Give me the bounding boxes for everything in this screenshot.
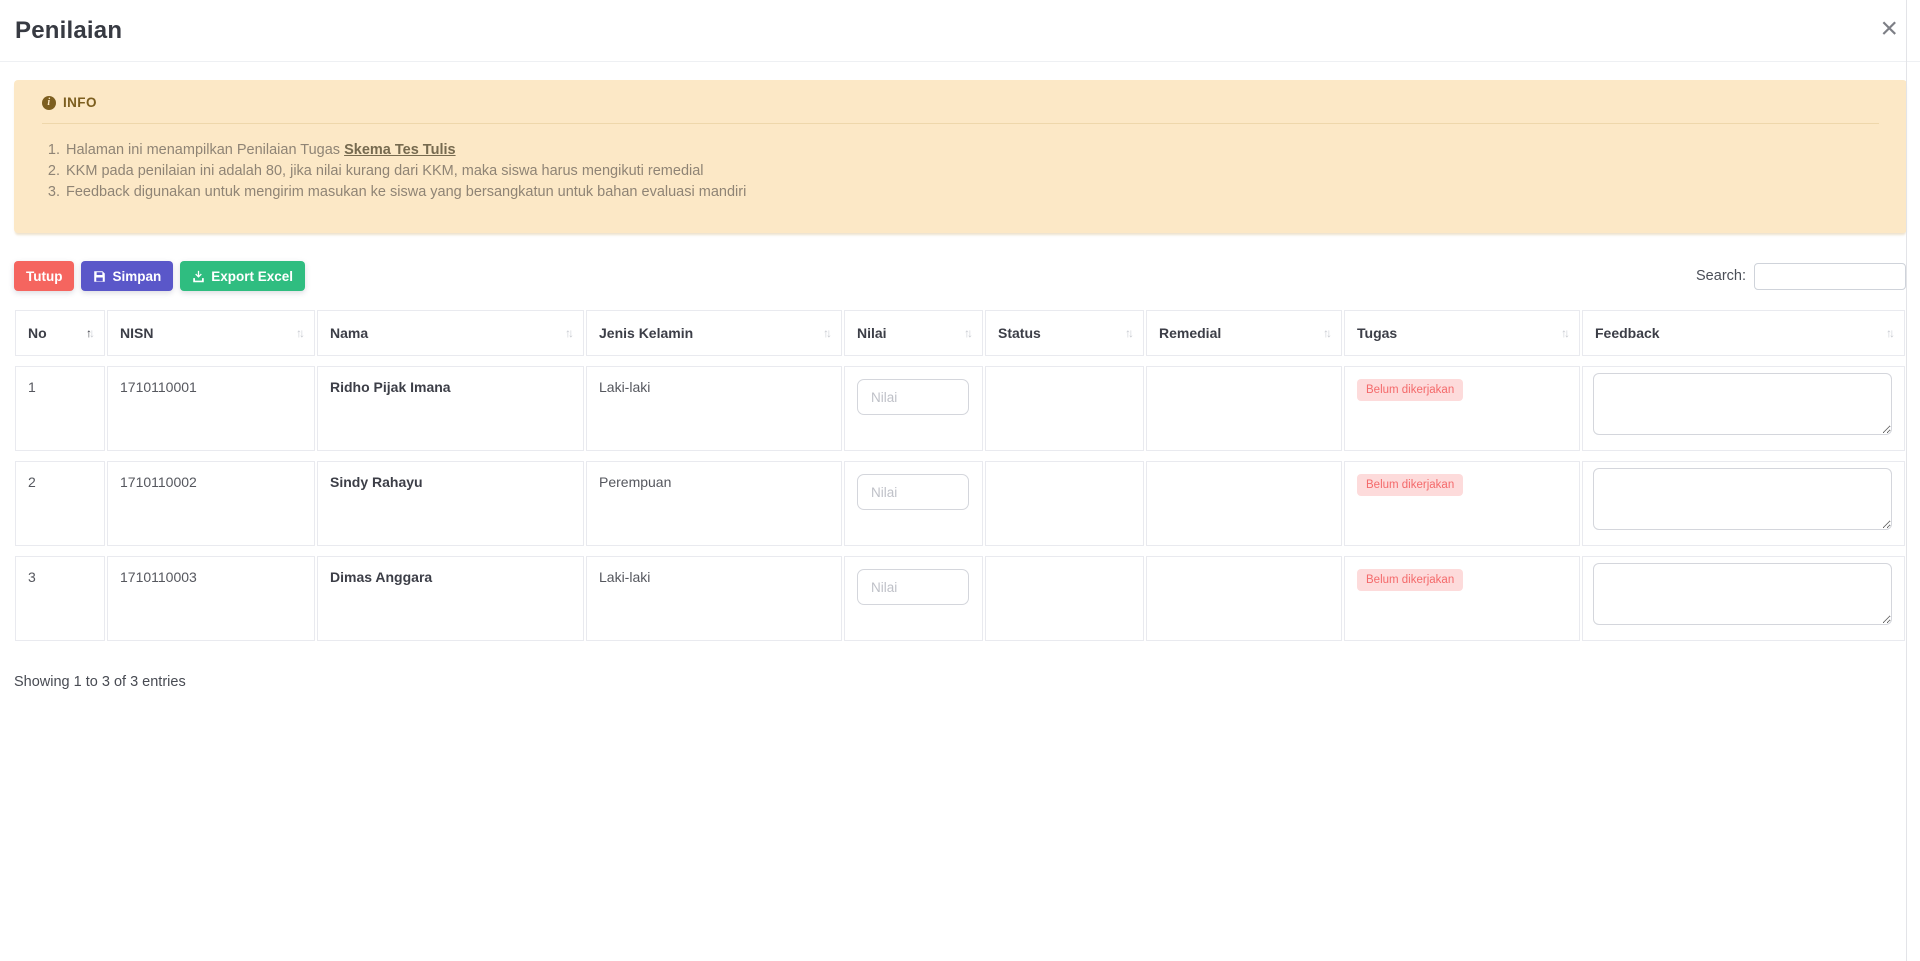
cell-jenis-kelamin: Perempuan bbox=[586, 461, 842, 546]
table-info: Showing 1 to 3 of 3 entries bbox=[14, 674, 1906, 690]
info-list: Halaman ini menampilkan Penilaian Tugas … bbox=[64, 140, 1879, 203]
cell-nama: Sindy Rahayu bbox=[317, 461, 584, 546]
sort-icon: ↑↓ bbox=[1323, 326, 1332, 340]
simpan-button[interactable]: Simpan bbox=[81, 261, 173, 291]
sort-icon: ↑↓ bbox=[964, 326, 973, 340]
feedback-textarea[interactable] bbox=[1593, 468, 1892, 530]
cell-feedback bbox=[1582, 556, 1905, 641]
column-header-nama[interactable]: Nama↑↓ bbox=[317, 310, 584, 356]
cell-nisn: 1710110001 bbox=[107, 366, 315, 451]
export-excel-button[interactable]: Export Excel bbox=[180, 261, 305, 291]
column-header-jenis-kelamin[interactable]: Jenis Kelamin↑↓ bbox=[586, 310, 842, 356]
cell-no: 1 bbox=[15, 366, 105, 451]
sort-icon: ↑↓ bbox=[1125, 326, 1134, 340]
table-row: 2 1710110002 Sindy Rahayu Perempuan Belu… bbox=[15, 461, 1905, 546]
nilai-input[interactable] bbox=[857, 569, 969, 605]
cell-jenis-kelamin: Laki-laki bbox=[586, 556, 842, 641]
tutup-button[interactable]: Tutup bbox=[14, 261, 74, 291]
info-icon: i bbox=[42, 96, 56, 110]
sort-icon: ↑↓ bbox=[1561, 326, 1570, 340]
toolbar: Tutup Simpan Export Excel Search: bbox=[14, 261, 1906, 291]
cell-jenis-kelamin: Laki-laki bbox=[586, 366, 842, 451]
download-icon bbox=[192, 270, 205, 283]
cell-remedial bbox=[1146, 461, 1342, 546]
page-title: Penilaian bbox=[15, 17, 122, 45]
cell-nisn: 1710110002 bbox=[107, 461, 315, 546]
modal-header: Penilaian × bbox=[0, 0, 1920, 62]
sort-icon: ↑↓ bbox=[296, 326, 305, 340]
info-item-3: Feedback digunakan untuk mengirim masuka… bbox=[64, 182, 1879, 203]
search-label: Search: bbox=[1696, 268, 1746, 284]
info-alert-title: INFO bbox=[63, 95, 97, 110]
sort-icon: ↑↓ bbox=[1886, 326, 1895, 340]
cell-nilai bbox=[844, 366, 983, 451]
save-icon bbox=[93, 270, 106, 283]
column-header-feedback[interactable]: Feedback↑↓ bbox=[1582, 310, 1905, 356]
info-divider bbox=[42, 123, 1879, 124]
penilaian-modal: Penilaian × i INFO Halaman ini menampilk… bbox=[0, 0, 1920, 690]
tugas-status-badge: Belum dikerjakan bbox=[1357, 569, 1463, 591]
cell-remedial bbox=[1146, 366, 1342, 451]
column-header-tugas[interactable]: Tugas↑↓ bbox=[1344, 310, 1580, 356]
info-alert: i INFO Halaman ini menampilkan Penilaian… bbox=[14, 80, 1907, 233]
tugas-status-badge: Belum dikerjakan bbox=[1357, 474, 1463, 496]
cell-status bbox=[985, 366, 1144, 451]
column-header-no[interactable]: No↑↓ bbox=[15, 310, 105, 356]
cell-status bbox=[985, 461, 1144, 546]
info-item-2: KKM pada penilaian ini adalah 80, jika n… bbox=[64, 161, 1879, 182]
cell-nama: Ridho Pijak Imana bbox=[317, 366, 584, 451]
modal-right-edge bbox=[1906, 0, 1907, 961]
close-icon[interactable]: × bbox=[1874, 12, 1904, 46]
cell-tugas: Belum dikerjakan bbox=[1344, 366, 1580, 451]
nilai-input[interactable] bbox=[857, 379, 969, 415]
tugas-status-badge: Belum dikerjakan bbox=[1357, 379, 1463, 401]
column-header-status[interactable]: Status↑↓ bbox=[985, 310, 1144, 356]
cell-status bbox=[985, 556, 1144, 641]
table-header-row: No↑↓ NISN↑↓ Nama↑↓ Jenis Kelamin↑↓ Nilai… bbox=[15, 310, 1905, 356]
info-item-1: Halaman ini menampilkan Penilaian Tugas … bbox=[64, 140, 1879, 161]
skema-tes-tulis-link[interactable]: Skema Tes Tulis bbox=[344, 142, 455, 158]
button-group: Tutup Simpan Export Excel bbox=[14, 261, 305, 291]
sort-icon: ↑↓ bbox=[86, 326, 95, 340]
info-alert-header: i INFO bbox=[42, 95, 1879, 110]
feedback-textarea[interactable] bbox=[1593, 563, 1892, 625]
cell-no: 3 bbox=[15, 556, 105, 641]
search-input[interactable] bbox=[1754, 263, 1906, 290]
cell-nilai bbox=[844, 556, 983, 641]
table-row: 3 1710110003 Dimas Anggara Laki-laki Bel… bbox=[15, 556, 1905, 641]
cell-nilai bbox=[844, 461, 983, 546]
cell-nama: Dimas Anggara bbox=[317, 556, 584, 641]
cell-feedback bbox=[1582, 461, 1905, 546]
cell-tugas: Belum dikerjakan bbox=[1344, 461, 1580, 546]
feedback-textarea[interactable] bbox=[1593, 373, 1892, 435]
column-header-nilai[interactable]: Nilai↑↓ bbox=[844, 310, 983, 356]
sort-icon: ↑↓ bbox=[823, 326, 832, 340]
penilaian-table: No↑↓ NISN↑↓ Nama↑↓ Jenis Kelamin↑↓ Nilai… bbox=[13, 300, 1907, 651]
nilai-input[interactable] bbox=[857, 474, 969, 510]
sort-icon: ↑↓ bbox=[565, 326, 574, 340]
cell-feedback bbox=[1582, 366, 1905, 451]
column-header-nisn[interactable]: NISN↑↓ bbox=[107, 310, 315, 356]
table-row: 1 1710110001 Ridho Pijak Imana Laki-laki… bbox=[15, 366, 1905, 451]
search-wrap: Search: bbox=[1696, 263, 1906, 290]
cell-nisn: 1710110003 bbox=[107, 556, 315, 641]
column-header-remedial[interactable]: Remedial↑↓ bbox=[1146, 310, 1342, 356]
cell-no: 2 bbox=[15, 461, 105, 546]
cell-tugas: Belum dikerjakan bbox=[1344, 556, 1580, 641]
cell-remedial bbox=[1146, 556, 1342, 641]
